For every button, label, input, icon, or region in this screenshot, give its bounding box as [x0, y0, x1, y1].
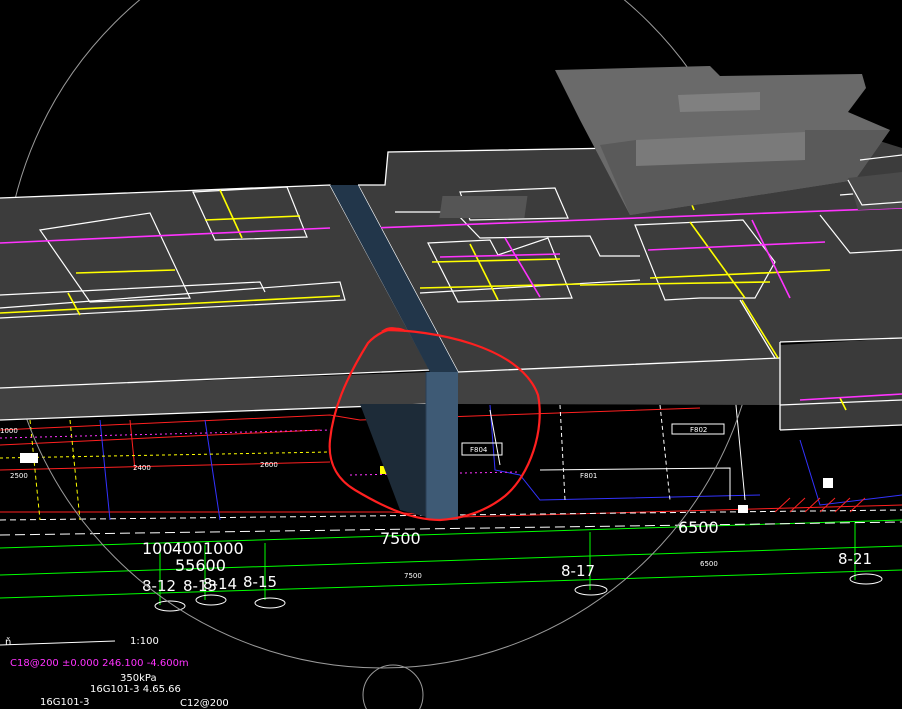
- dim-small-2600: 2600: [260, 461, 278, 469]
- axis-label-8-15: 8-15: [243, 573, 277, 591]
- axis-label-8-21: 8-21: [838, 550, 872, 568]
- plan-title: ň: [5, 636, 11, 648]
- axis-label-8-17: 8-17: [561, 562, 595, 580]
- dim-7500: 7500: [380, 529, 421, 548]
- plan-scale: 1:100: [130, 636, 159, 647]
- plan-tag-3: F801: [580, 472, 597, 480]
- plan-tag-1: F804: [470, 446, 488, 454]
- dim-55600: 55600: [175, 556, 226, 575]
- dim-small-2500: 2500: [10, 472, 28, 480]
- plan-note-1: C18@200 ±0.000 246.100 -4.600m: [10, 658, 189, 669]
- dim-100: 100: [142, 539, 173, 558]
- plan-note-5: C12@200: [180, 698, 229, 709]
- dim-small-6500: 6500: [700, 560, 718, 568]
- cad-3d-viewport[interactable]: F804 F802 F801 2500 2400 2600 7500 6500 …: [0, 0, 902, 709]
- plan-note-4: 16G101-3: [40, 697, 90, 708]
- dim-side-1000: 1000: [0, 427, 18, 435]
- plan-note-3: 16G101-3 4.65.66: [90, 684, 181, 695]
- plan-tag-2: F802: [690, 426, 707, 434]
- dim-small-2400: 2400: [133, 464, 151, 472]
- slab-opening: [439, 196, 528, 218]
- dim-6500: 6500: [678, 518, 719, 537]
- axis-label-8-14: 8-14: [203, 575, 237, 593]
- plan-note-2: 350kPa: [120, 673, 157, 684]
- orbit-handle-bottom[interactable]: [362, 664, 424, 709]
- dim-small-7500: 7500: [404, 572, 422, 580]
